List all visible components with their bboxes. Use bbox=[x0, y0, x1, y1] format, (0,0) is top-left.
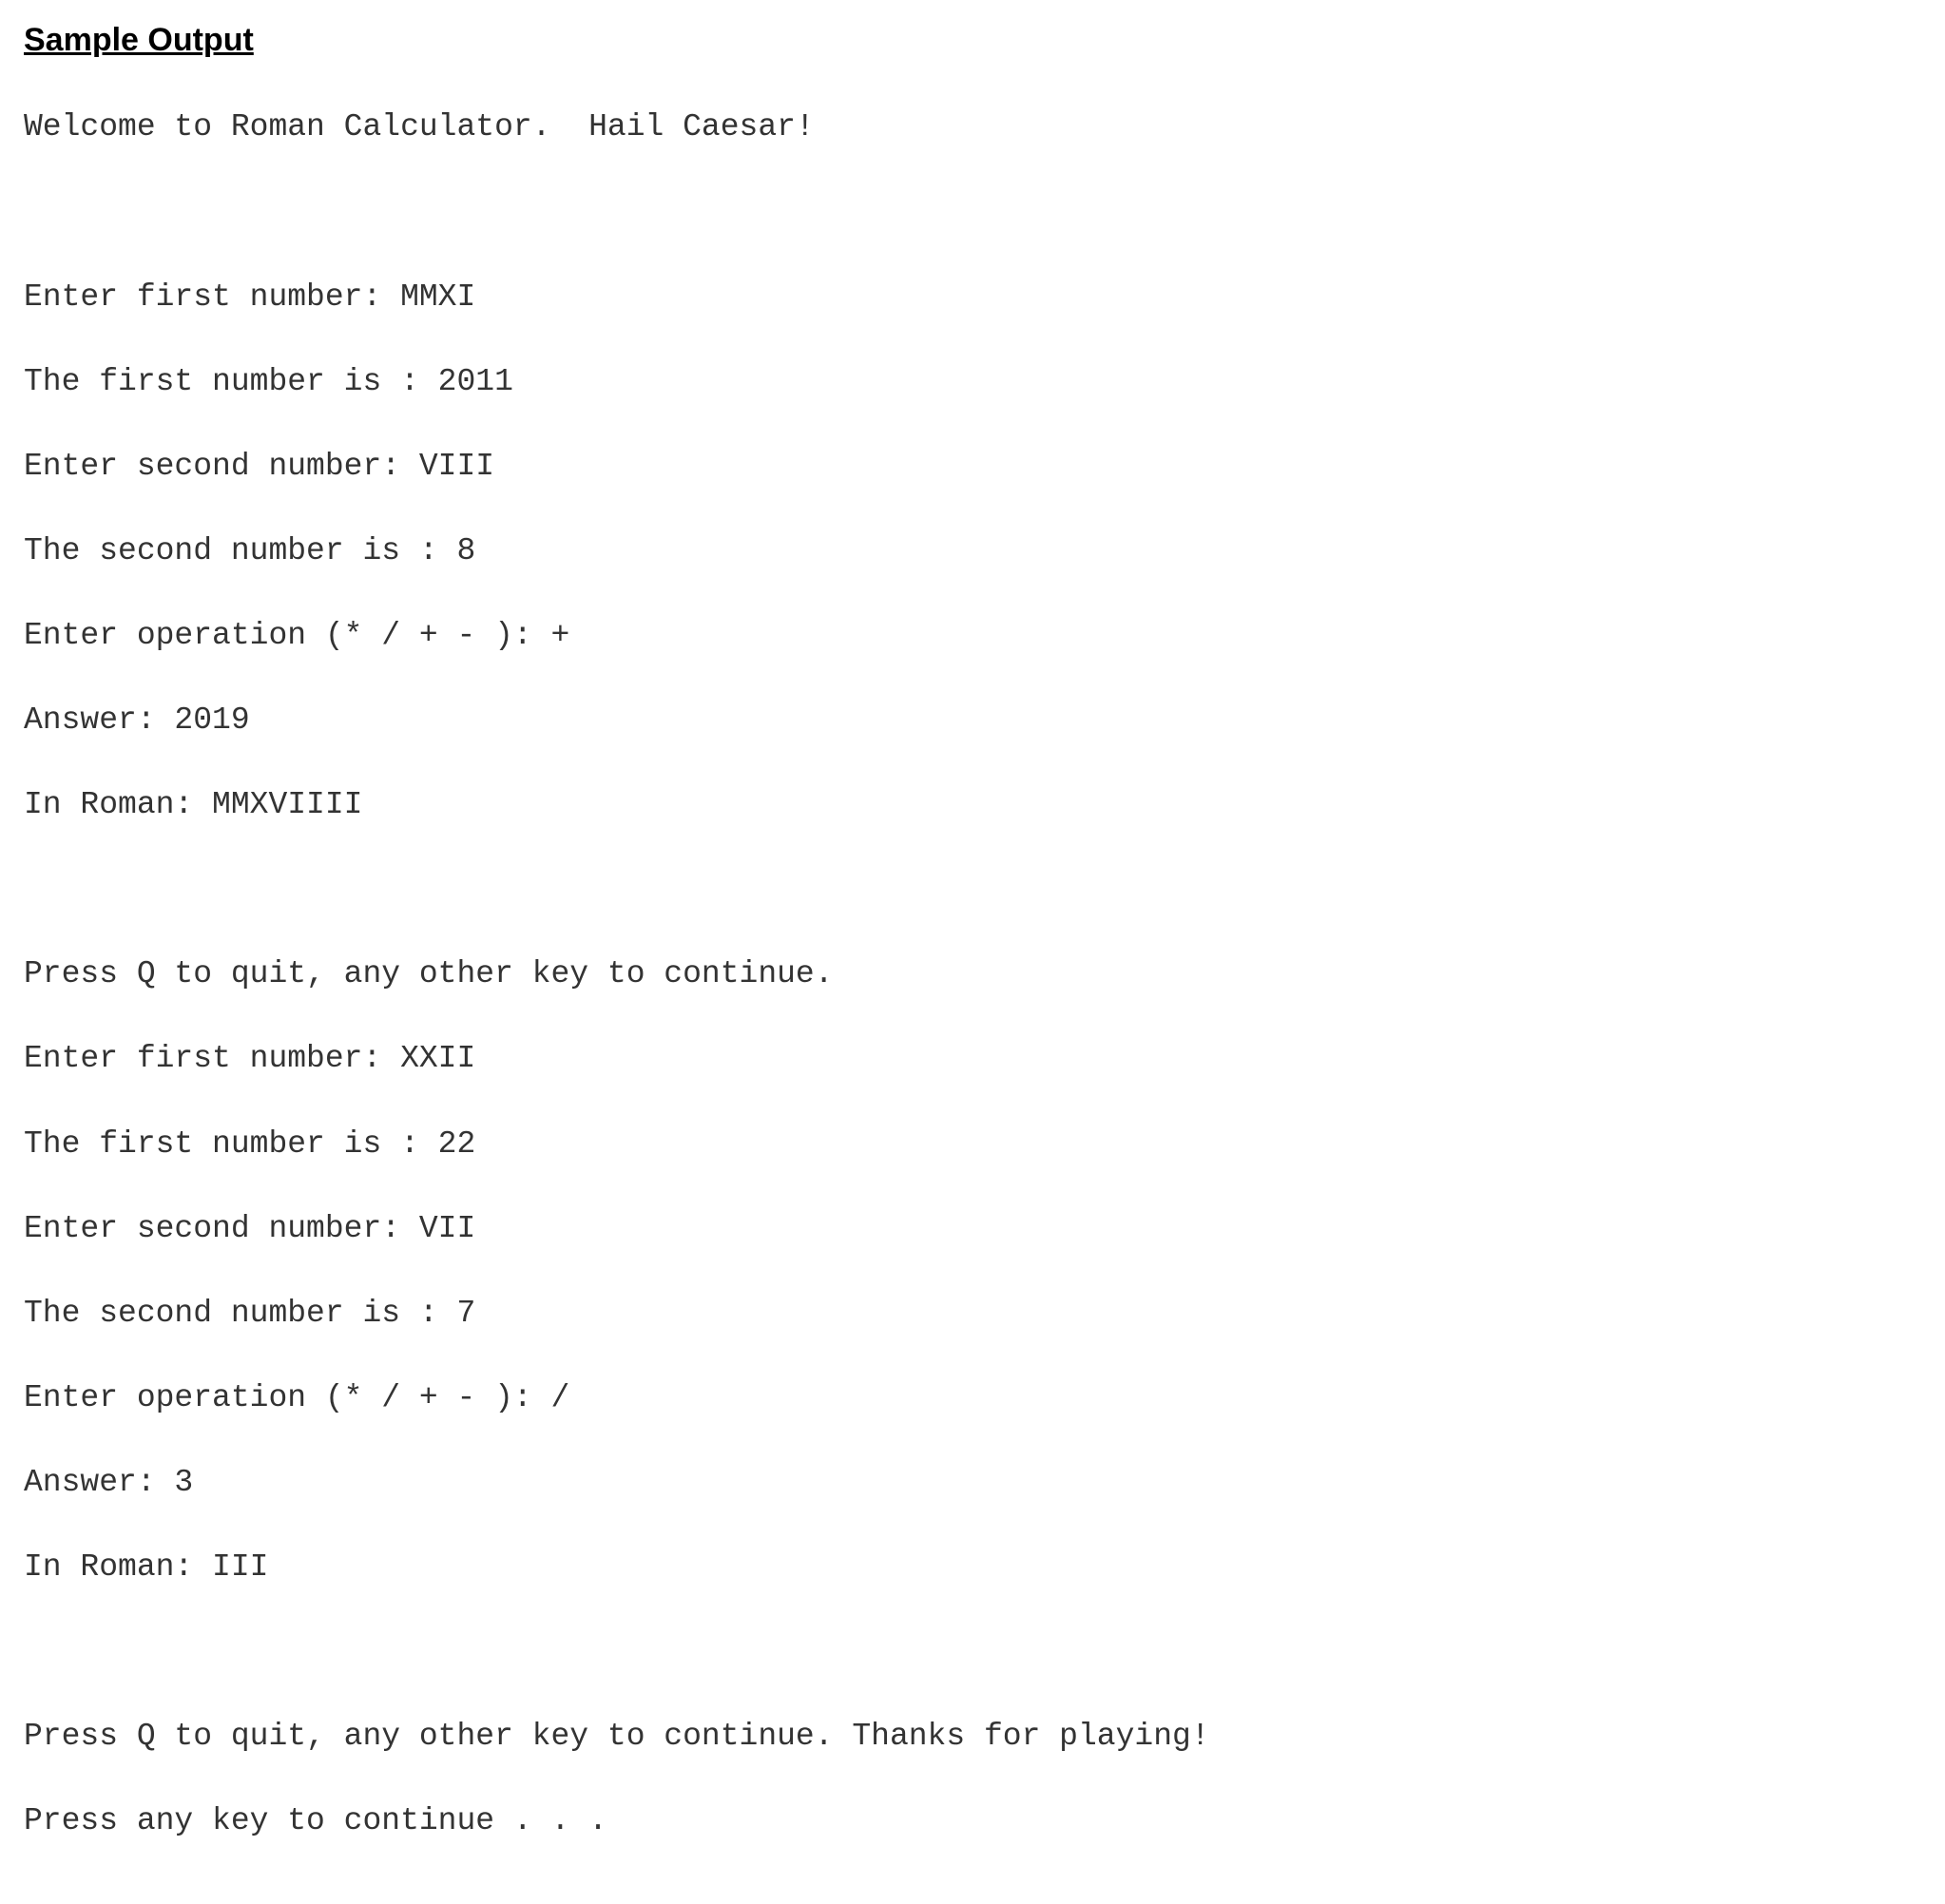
heading-sample-output: Sample Output bbox=[24, 19, 1921, 63]
line-press-any-key: Press any key to continue . . . bbox=[24, 1800, 1921, 1843]
line-answer-1: Answer: 2019 bbox=[24, 700, 1921, 742]
blank-line bbox=[24, 869, 1921, 912]
line-second-prompt-2: Enter second number: VII bbox=[24, 1208, 1921, 1251]
line-first-prompt-2: Enter first number: XXII bbox=[24, 1038, 1921, 1081]
line-operation-1: Enter operation (* / + - ): + bbox=[24, 615, 1921, 658]
line-second-prompt-1: Enter second number: VIII bbox=[24, 446, 1921, 489]
line-first-value-1: The first number is : 2011 bbox=[24, 361, 1921, 404]
console-output: Welcome to Roman Calculator. Hail Caesar… bbox=[24, 65, 1921, 1886]
blank-line bbox=[24, 1631, 1921, 1674]
line-roman-1: In Roman: MMXVIIII bbox=[24, 784, 1921, 827]
line-answer-2: Answer: 3 bbox=[24, 1462, 1921, 1505]
line-roman-2: In Roman: III bbox=[24, 1547, 1921, 1589]
line-first-prompt-1: Enter first number: MMXI bbox=[24, 277, 1921, 319]
line-thanks: Press Q to quit, any other key to contin… bbox=[24, 1716, 1921, 1759]
line-second-value-2: The second number is : 7 bbox=[24, 1293, 1921, 1336]
line-first-value-2: The first number is : 22 bbox=[24, 1124, 1921, 1166]
line-second-value-1: The second number is : 8 bbox=[24, 530, 1921, 573]
line-continue-prompt: Press Q to quit, any other key to contin… bbox=[24, 953, 1921, 996]
line-operation-2: Enter operation (* / + - ): / bbox=[24, 1377, 1921, 1420]
line-welcome: Welcome to Roman Calculator. Hail Caesar… bbox=[24, 106, 1921, 149]
blank-line bbox=[24, 192, 1921, 235]
